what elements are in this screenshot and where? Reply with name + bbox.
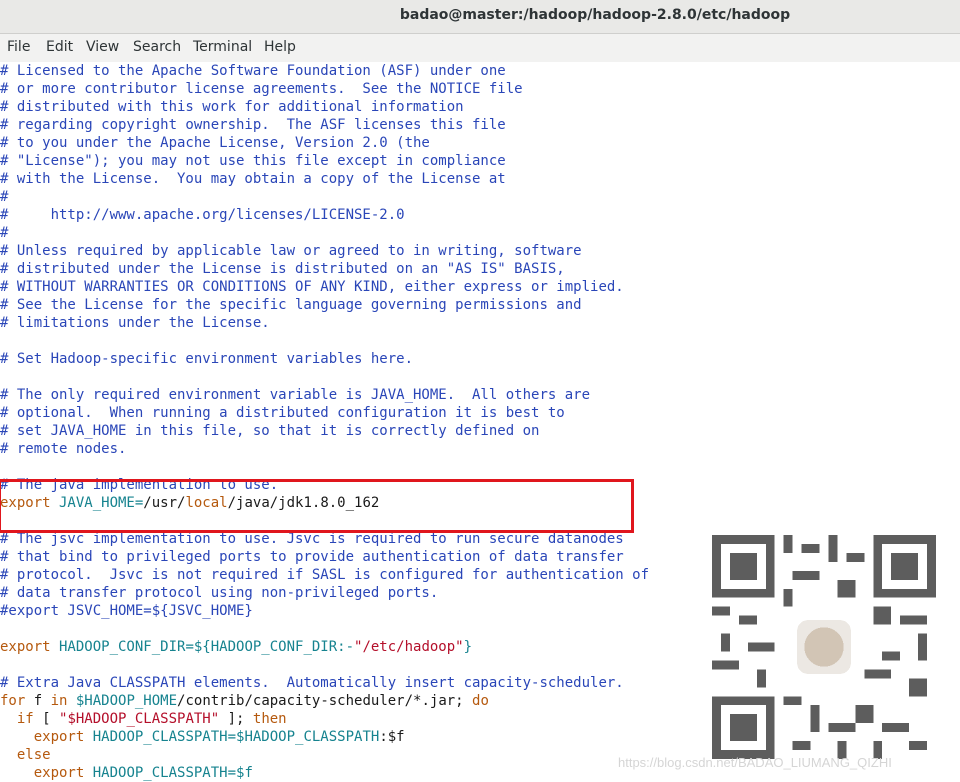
menu-file[interactable]: File xyxy=(7,39,30,55)
code-line: # optional. When running a distributed c… xyxy=(0,405,565,421)
code-line: # remote nodes. xyxy=(0,441,127,457)
variable: } xyxy=(463,639,473,655)
code-line: # data transfer protocol using non-privi… xyxy=(0,585,439,601)
menu-terminal[interactable]: Terminal xyxy=(193,39,252,55)
text: :$f xyxy=(379,729,405,745)
menu-search[interactable]: Search xyxy=(133,39,181,55)
code-line: # xyxy=(0,225,9,241)
string: "/etc/hadoop" xyxy=(354,639,464,655)
code-line: if [ "$HADOOP_CLASSPATH" ]; then xyxy=(0,710,287,728)
qr-code-image xyxy=(712,535,936,759)
code-line: # with the License. You may obtain a cop… xyxy=(0,171,506,187)
code-line: # The only required environment variable… xyxy=(0,387,591,403)
keyword: export xyxy=(0,639,51,655)
keyword: export xyxy=(0,729,85,745)
code-line: export HADOOP_CLASSPATH=$HADOOP_CLASSPAT… xyxy=(0,728,405,746)
keyword: in xyxy=(50,693,68,709)
code-line: # Licensed to the Apache Software Founda… xyxy=(0,63,506,79)
keyword: do xyxy=(472,693,489,709)
variable: HADOOP_CLASSPATH= xyxy=(84,765,237,781)
code-line: # "License"); you may not use this file … xyxy=(0,153,506,169)
code-line: #export JSVC_HOME=${JSVC_HOME} xyxy=(0,603,253,619)
code-line: # Extra Java CLASSPATH elements. Automat… xyxy=(0,675,624,691)
variable: HADOOP_CLASSPATH= xyxy=(84,729,237,745)
code-line: # http://www.apache.org/licenses/LICENSE… xyxy=(0,207,405,223)
code-line: # regarding copyright ownership. The ASF… xyxy=(0,117,506,133)
code-line: # xyxy=(0,189,9,205)
keyword: else xyxy=(0,747,51,763)
string: "$HADOOP_CLASSPATH" xyxy=(59,711,220,727)
variable: HADOOP_CONF_DIR=${HADOOP_CONF_DIR:- xyxy=(50,639,355,655)
keyword: for xyxy=(0,693,26,709)
watermark: https://blog.csdn.net/BADAO_LIUMANG_QIZH… xyxy=(618,755,892,770)
text: f xyxy=(25,693,51,709)
variable: $HADOOP_CLASSPATH xyxy=(236,729,380,745)
code-line: # set JAVA_HOME in this file, so that it… xyxy=(0,423,540,439)
code-line: # limitations under the License. xyxy=(0,315,270,331)
keyword: export xyxy=(0,765,85,781)
code-line: # distributed under the License is distr… xyxy=(0,261,565,277)
variable: $f xyxy=(236,765,253,781)
code-line: else xyxy=(0,746,51,764)
code-line: # WITHOUT WARRANTIES OR CONDITIONS OF AN… xyxy=(0,279,624,295)
menu-view[interactable]: View xyxy=(86,39,119,55)
code-line: # that bind to privileged ports to provi… xyxy=(0,549,624,565)
menu-bar: File Edit View Search Terminal Help xyxy=(0,34,960,63)
code-line: # to you under the Apache License, Versi… xyxy=(0,135,430,151)
variable: $HADOOP_HOME xyxy=(67,693,178,709)
code-line: export HADOOP_CLASSPATH=$f xyxy=(0,764,253,782)
title-bar[interactable]: badao@master:/hadoop/hadoop-2.8.0/etc/ha… xyxy=(0,0,960,34)
text: [ xyxy=(33,711,60,727)
code-line: # Unless required by applicable law or a… xyxy=(0,243,582,259)
code-line: export HADOOP_CONF_DIR=${HADOOP_CONF_DIR… xyxy=(0,638,472,656)
code-line: # or more contributor license agreements… xyxy=(0,81,523,97)
code-line: # protocol. Jsvc is not required if SASL… xyxy=(0,567,650,583)
menu-edit[interactable]: Edit xyxy=(46,39,73,55)
menu-help[interactable]: Help xyxy=(264,39,296,55)
keyword: then xyxy=(252,711,287,727)
code-line: for f in $HADOOP_HOME/contrib/capacity-s… xyxy=(0,692,489,710)
keyword: if xyxy=(0,711,34,727)
code-line: # Set Hadoop-specific environment variab… xyxy=(0,351,414,367)
text: /contrib/capacity-scheduler/*.jar; xyxy=(177,693,473,709)
window-title: badao@master:/hadoop/hadoop-2.8.0/etc/ha… xyxy=(399,7,791,23)
highlight-box xyxy=(0,479,634,533)
code-line: # distributed with this work for additio… xyxy=(0,99,464,115)
text: ]; xyxy=(219,711,253,727)
code-line: # See the License for the specific langu… xyxy=(0,297,582,313)
